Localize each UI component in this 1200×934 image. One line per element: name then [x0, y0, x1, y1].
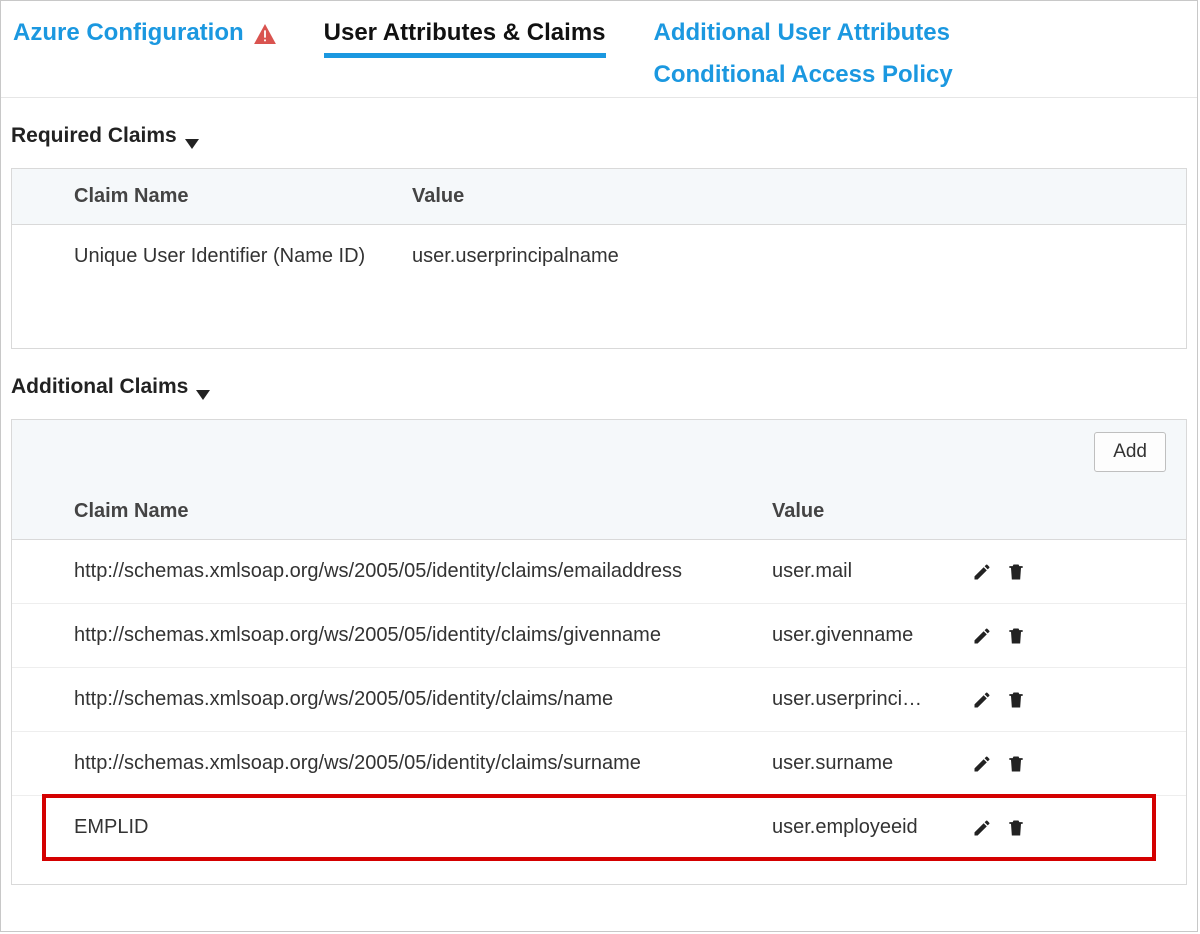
- required-claims-section: Required Claims Claim Name Value Unique …: [1, 98, 1197, 349]
- column-header-claim-name: Claim Name: [12, 500, 772, 523]
- column-header-value: Value: [412, 185, 1186, 208]
- edit-icon[interactable]: [972, 562, 992, 582]
- column-header-actions: [972, 500, 1092, 523]
- claim-value-cell: user.mail: [772, 560, 972, 583]
- claim-name-cell: http://schemas.xmlsoap.org/ws/2005/05/id…: [12, 688, 772, 711]
- caret-down-icon: [185, 131, 199, 141]
- tab-azure-configuration[interactable]: Azure Configuration: [13, 19, 276, 53]
- required-claims-panel: Claim Name Value Unique User Identifier …: [11, 168, 1187, 349]
- page-container: Azure Configuration User Attributes & Cl…: [0, 0, 1198, 932]
- tab-label: User Attributes & Claims: [324, 19, 606, 47]
- additional-claims-panel: Add Claim Name Value http://schemas.xmls…: [11, 419, 1187, 885]
- add-button[interactable]: Add: [1094, 432, 1166, 472]
- table-row: http://schemas.xmlsoap.org/ws/2005/05/id…: [12, 668, 1186, 732]
- tab-additional-user-attributes[interactable]: Additional User Attributes: [654, 19, 953, 47]
- delete-icon[interactable]: [1006, 562, 1026, 582]
- row-actions: [972, 626, 1092, 646]
- table-row: http://schemas.xmlsoap.org/ws/2005/05/id…: [12, 604, 1186, 668]
- claim-name-cell: http://schemas.xmlsoap.org/ws/2005/05/id…: [12, 752, 772, 775]
- caret-down-icon: [196, 382, 210, 392]
- column-header-value: Value: [772, 500, 972, 523]
- edit-icon[interactable]: [972, 690, 992, 710]
- table-row: http://schemas.xmlsoap.org/ws/2005/05/id…: [12, 732, 1186, 796]
- additional-claims-toggle[interactable]: Additional Claims: [11, 363, 1187, 419]
- claim-value-cell: user.userprinci…: [772, 688, 972, 711]
- table-row: http://schemas.xmlsoap.org/ws/2005/05/id…: [12, 540, 1186, 604]
- row-actions: [972, 818, 1092, 838]
- row-actions: [972, 690, 1092, 710]
- delete-icon[interactable]: [1006, 690, 1026, 710]
- column-header-claim-name: Claim Name: [12, 185, 412, 208]
- edit-icon[interactable]: [972, 626, 992, 646]
- table-row-highlighted: EMPLID user.employeeid: [44, 796, 1154, 859]
- claim-name-cell: http://schemas.xmlsoap.org/ws/2005/05/id…: [12, 624, 772, 647]
- claim-name-cell: http://schemas.xmlsoap.org/ws/2005/05/id…: [12, 560, 772, 583]
- section-title: Required Claims: [11, 124, 177, 148]
- required-claims-toggle[interactable]: Required Claims: [11, 112, 1187, 168]
- tab-bar: Azure Configuration User Attributes & Cl…: [1, 1, 1197, 98]
- additional-claims-header-row: Claim Name Value: [12, 484, 1186, 540]
- additional-claims-section: Additional Claims Add Claim Name Value h…: [1, 349, 1197, 885]
- edit-icon[interactable]: [972, 818, 992, 838]
- row-actions: [972, 754, 1092, 774]
- edit-icon[interactable]: [972, 754, 992, 774]
- delete-icon[interactable]: [1006, 754, 1026, 774]
- required-claims-header-row: Claim Name Value: [12, 169, 1186, 225]
- tab-label: Conditional Access Policy: [654, 61, 953, 89]
- tab-label: Azure Configuration: [13, 19, 244, 47]
- delete-icon[interactable]: [1006, 818, 1026, 838]
- claim-value-cell: user.givenname: [772, 624, 972, 647]
- tab-conditional-access-policy[interactable]: Conditional Access Policy: [654, 61, 953, 89]
- claim-name-cell: Unique User Identifier (Name ID): [12, 245, 412, 268]
- claim-value-cell: user.surname: [772, 752, 972, 775]
- warning-icon: [254, 23, 276, 43]
- delete-icon[interactable]: [1006, 626, 1026, 646]
- tab-user-attributes-claims[interactable]: User Attributes & Claims: [324, 19, 606, 58]
- claim-value-cell: user.userprincipalname: [412, 245, 1186, 268]
- row-actions: [972, 562, 1092, 582]
- table-row: Unique User Identifier (Name ID) user.us…: [12, 225, 1186, 288]
- actions-bar: Add: [12, 420, 1186, 484]
- tab-stack: Additional User Attributes Conditional A…: [654, 19, 953, 89]
- section-title: Additional Claims: [11, 375, 188, 399]
- claim-name-cell: EMPLID: [44, 816, 772, 839]
- tab-label: Additional User Attributes: [654, 19, 950, 47]
- claim-value-cell: user.employeeid: [772, 816, 972, 839]
